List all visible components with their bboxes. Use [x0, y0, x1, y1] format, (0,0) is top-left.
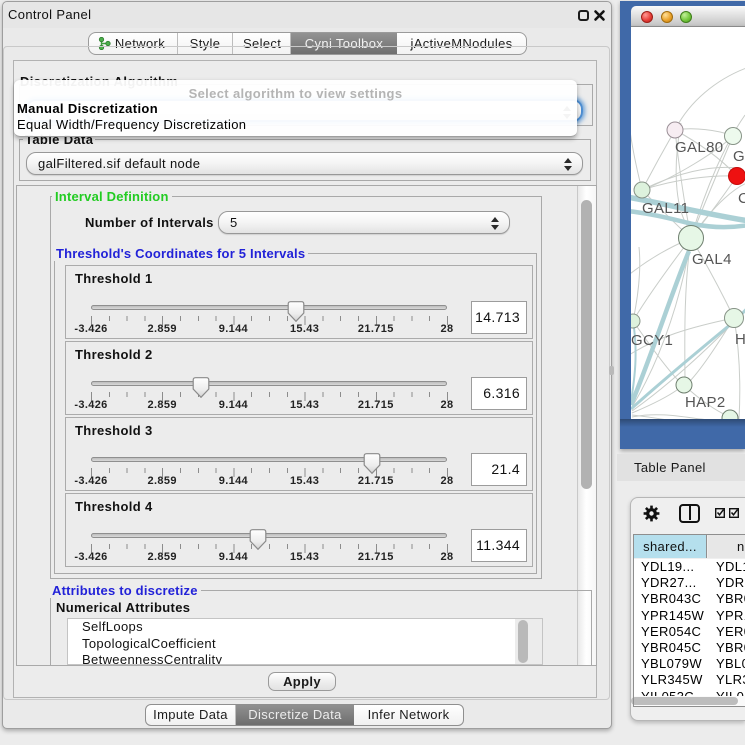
svg-text:GCY1: GCY1 — [631, 332, 673, 349]
svg-text:HAP4: HAP4 — [735, 331, 745, 348]
svg-text:CYC8: CYC8 — [738, 190, 745, 207]
svg-text:GAL11: GAL11 — [642, 200, 689, 217]
svg-text:GAL2: GAL2 — [733, 148, 745, 165]
svg-text:GAL80: GAL80 — [675, 139, 723, 156]
svg-text:HAP2: HAP2 — [685, 394, 726, 411]
svg-text:GAL4: GAL4 — [692, 251, 732, 268]
